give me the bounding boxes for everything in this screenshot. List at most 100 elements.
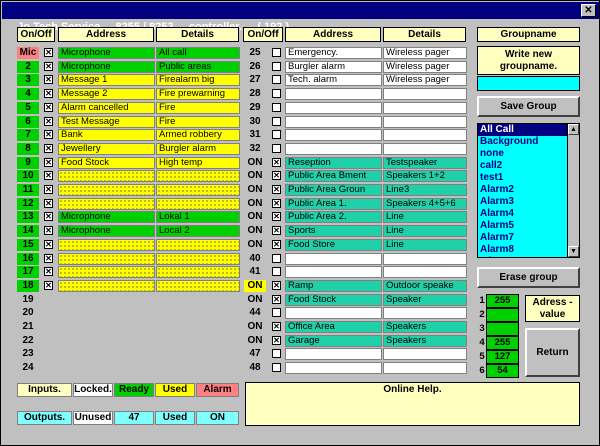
input-details[interactable]: High temp bbox=[156, 157, 240, 169]
save-group-button[interactable]: Save Group bbox=[477, 96, 580, 117]
group-list-item[interactable]: Background bbox=[478, 136, 579, 148]
output-address[interactable] bbox=[285, 253, 382, 265]
input-checkbox[interactable]: ✕ bbox=[44, 130, 53, 139]
output-checkbox[interactable] bbox=[272, 144, 281, 153]
scroll-down-icon[interactable]: ▼ bbox=[568, 246, 579, 257]
output-details[interactable] bbox=[383, 129, 467, 141]
group-scrollbar[interactable]: ▲ ▼ bbox=[567, 124, 579, 257]
input-checkbox[interactable]: ✕ bbox=[44, 226, 53, 235]
input-address[interactable]: Microphone bbox=[58, 61, 155, 73]
adress-value[interactable]: 255 bbox=[486, 336, 519, 350]
input-checkbox[interactable] bbox=[44, 363, 53, 372]
output-checkbox[interactable] bbox=[272, 48, 281, 57]
input-details[interactable]: Fire prewarning bbox=[156, 88, 240, 100]
input-details[interactable] bbox=[156, 253, 240, 265]
erase-group-button[interactable]: Erase group bbox=[477, 267, 580, 288]
group-list-item[interactable]: call2 bbox=[478, 160, 579, 172]
input-address[interactable] bbox=[58, 170, 155, 182]
output-checkbox[interactable]: ✕ bbox=[272, 185, 281, 194]
output-details[interactable]: Line bbox=[383, 239, 467, 251]
adress-value[interactable]: 127 bbox=[486, 350, 519, 364]
output-details[interactable]: Line3 bbox=[383, 184, 467, 196]
output-address[interactable]: Food Store bbox=[285, 239, 382, 251]
input-checkbox[interactable]: ✕ bbox=[44, 158, 53, 167]
input-checkbox[interactable]: ✕ bbox=[44, 240, 53, 249]
input-details[interactable]: Lokal 1 bbox=[156, 211, 240, 223]
adress-value[interactable] bbox=[486, 308, 519, 322]
output-checkbox[interactable]: ✕ bbox=[272, 240, 281, 249]
output-address[interactable]: Emergency. bbox=[285, 47, 382, 59]
close-button[interactable]: ✕ bbox=[581, 4, 596, 17]
input-checkbox[interactable] bbox=[44, 308, 53, 317]
group-list-item[interactable]: Mic1 bbox=[478, 256, 579, 257]
input-address[interactable] bbox=[58, 280, 155, 292]
scroll-up-icon[interactable]: ▲ bbox=[568, 124, 579, 135]
return-button[interactable]: Return bbox=[525, 328, 580, 377]
input-details[interactable] bbox=[156, 266, 240, 278]
input-checkbox[interactable]: ✕ bbox=[44, 48, 53, 57]
output-details[interactable]: Wireless pager bbox=[383, 47, 467, 59]
output-checkbox[interactable] bbox=[272, 130, 281, 139]
output-address[interactable]: Public Area Bment bbox=[285, 170, 382, 182]
input-checkbox[interactable]: ✕ bbox=[44, 62, 53, 71]
group-list-item[interactable]: Alarm2 bbox=[478, 184, 579, 196]
group-list-item[interactable]: Alarm3 bbox=[478, 196, 579, 208]
input-details[interactable]: Armed robbery bbox=[156, 129, 240, 141]
output-checkbox[interactable]: ✕ bbox=[272, 336, 281, 345]
output-address[interactable]: Food Stock bbox=[285, 294, 382, 306]
output-address[interactable]: Office Area bbox=[285, 321, 382, 333]
output-address[interactable]: Garage bbox=[285, 335, 382, 347]
group-list-item[interactable]: none bbox=[478, 148, 579, 160]
group-listbox[interactable]: All Call Background none call2 test1 Alarm2 Al… bbox=[477, 123, 580, 258]
input-address[interactable]: Message 1 bbox=[58, 74, 155, 86]
input-details[interactable]: Fire bbox=[156, 116, 240, 128]
output-checkbox[interactable] bbox=[272, 349, 281, 358]
output-details[interactable]: Wireless pager bbox=[383, 74, 467, 86]
input-address[interactable]: Test Message bbox=[58, 116, 155, 128]
output-address[interactable]: Public Area 1. bbox=[285, 198, 382, 210]
output-details[interactable]: Line bbox=[383, 225, 467, 237]
output-address[interactable]: Tech. alarm bbox=[285, 74, 382, 86]
output-details[interactable] bbox=[383, 143, 467, 155]
input-checkbox[interactable]: ✕ bbox=[44, 89, 53, 98]
input-address[interactable]: Microphone bbox=[58, 225, 155, 237]
input-details[interactable] bbox=[156, 184, 240, 196]
output-address[interactable]: Public Area Groun bbox=[285, 184, 382, 196]
input-details[interactable]: All call bbox=[156, 47, 240, 59]
output-checkbox[interactable] bbox=[272, 363, 281, 372]
adress-value[interactable]: 255 bbox=[486, 294, 519, 308]
output-address[interactable] bbox=[285, 362, 382, 374]
input-address[interactable] bbox=[58, 239, 155, 251]
input-checkbox[interactable]: ✕ bbox=[44, 103, 53, 112]
output-address[interactable]: Reseption bbox=[285, 157, 382, 169]
input-address[interactable]: Microphone bbox=[58, 211, 155, 223]
group-list-item[interactable]: Alarm7 bbox=[478, 232, 579, 244]
input-checkbox[interactable]: ✕ bbox=[44, 254, 53, 263]
output-details[interactable]: Wireless pager bbox=[383, 61, 467, 73]
input-checkbox[interactable] bbox=[44, 336, 53, 345]
input-checkbox[interactable] bbox=[44, 349, 53, 358]
input-checkbox[interactable]: ✕ bbox=[44, 281, 53, 290]
input-address[interactable] bbox=[58, 184, 155, 196]
input-checkbox[interactable] bbox=[44, 295, 53, 304]
output-checkbox[interactable]: ✕ bbox=[272, 212, 281, 221]
output-address[interactable]: Ramp bbox=[285, 280, 382, 292]
output-details[interactable]: Speaker bbox=[383, 294, 467, 306]
input-details[interactable]: Local 2 bbox=[156, 225, 240, 237]
output-details[interactable]: Speakers 1+2 bbox=[383, 170, 467, 182]
input-checkbox[interactable]: ✕ bbox=[44, 144, 53, 153]
output-details[interactable] bbox=[383, 116, 467, 128]
input-address[interactable] bbox=[58, 198, 155, 210]
group-list-item[interactable]: test1 bbox=[478, 172, 579, 184]
output-checkbox[interactable]: ✕ bbox=[272, 158, 281, 167]
input-address[interactable]: Food Stock bbox=[58, 157, 155, 169]
input-address[interactable]: Message 2 bbox=[58, 88, 155, 100]
input-checkbox[interactable]: ✕ bbox=[44, 185, 53, 194]
input-details[interactable] bbox=[156, 280, 240, 292]
input-address[interactable]: Bank bbox=[58, 129, 155, 141]
output-checkbox[interactable] bbox=[272, 254, 281, 263]
output-checkbox[interactable]: ✕ bbox=[272, 226, 281, 235]
output-checkbox[interactable]: ✕ bbox=[272, 171, 281, 180]
output-checkbox[interactable]: ✕ bbox=[272, 322, 281, 331]
output-details[interactable]: Line bbox=[383, 211, 467, 223]
